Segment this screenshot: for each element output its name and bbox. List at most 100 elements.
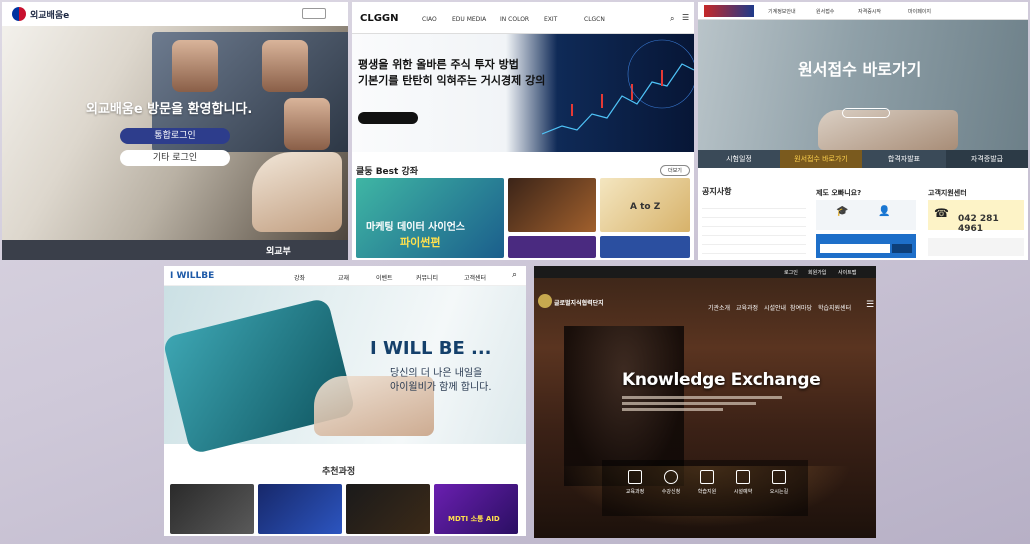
- qa-icons[interactable]: 🎓 👤: [816, 200, 916, 230]
- graduation-icon[interactable]: 🎓: [836, 206, 848, 217]
- hero-line1: 평생을 위한 올바른 주식 투자 방법: [358, 58, 519, 71]
- tab-schedule[interactable]: 시험일정: [698, 150, 780, 168]
- site-logo[interactable]: [704, 5, 754, 17]
- course-card[interactable]: [170, 484, 254, 534]
- qa-title: 제도 오빠니요?: [816, 189, 862, 197]
- contact-icons[interactable]: [928, 238, 1024, 256]
- signup-link[interactable]: 회원가입: [808, 269, 826, 276]
- nav-item[interactable]: 커뮤니티: [416, 273, 438, 282]
- quick-link-apply[interactable]: 수강신청: [656, 470, 686, 495]
- nav-item[interactable]: EXIT: [544, 16, 557, 23]
- nav-item[interactable]: 시설안내: [764, 303, 786, 312]
- top-utility-bar: 로그인 회원가입 사이트맵: [534, 266, 876, 278]
- course-card[interactable]: MDTI 소통 AID: [434, 484, 518, 534]
- participant-image: [172, 40, 218, 92]
- nav-item[interactable]: 기계정보안내: [768, 8, 796, 15]
- footer-bar: 외교부: [2, 240, 348, 260]
- search-icon[interactable]: ⌕: [512, 270, 517, 280]
- other-login-button[interactable]: 기타 로그인: [120, 150, 230, 166]
- more-button[interactable]: 더보기: [660, 165, 690, 176]
- site-logo[interactable]: CLGGN: [360, 13, 399, 24]
- hero-cta-button[interactable]: [842, 108, 890, 118]
- nav-item[interactable]: 학습지원센터: [818, 303, 851, 312]
- course-card[interactable]: [258, 484, 342, 534]
- hero-title: I WILL BE ...: [370, 338, 492, 359]
- site-logo[interactable]: 글로벌지식협력단지: [554, 298, 604, 307]
- hero-banner: [352, 34, 694, 152]
- government-emblem-icon: [12, 7, 26, 21]
- section-title: 추천과정: [322, 467, 356, 477]
- quick-link-support[interactable]: 학습지원: [692, 470, 722, 495]
- member-login-button[interactable]: 통합로그인: [120, 128, 230, 144]
- customer-card: ☎ 042 281 4961: [928, 200, 1024, 234]
- course-card[interactable]: [508, 178, 596, 232]
- nav-item[interactable]: 교육과정: [736, 303, 758, 312]
- menu-icon[interactable]: ☰: [682, 13, 689, 22]
- notice-list[interactable]: [702, 200, 806, 256]
- clipboard-icon: [700, 470, 714, 484]
- search-input[interactable]: [820, 244, 890, 253]
- hero-description: [622, 396, 790, 422]
- notice-title: 공지사항: [702, 187, 732, 196]
- course-icon: [628, 470, 642, 484]
- course-card[interactable]: 마케팅 데이터 사이언스 파이썬편: [356, 178, 504, 258]
- nav-item[interactable]: 자격증시작: [858, 8, 881, 15]
- tab-results[interactable]: 합격자발표: [862, 150, 946, 168]
- hero-sub1: 당신의 더 나은 내일을: [390, 368, 483, 379]
- site-logo[interactable]: 외교배움e: [30, 8, 69, 21]
- header-bar: 기계정보안내 원서접수 자격증시작 마이페이지: [698, 2, 1028, 20]
- hero-banner: [698, 20, 1028, 168]
- nav-item[interactable]: 이벤트: [376, 273, 393, 282]
- nav-item[interactable]: IN COLOR: [500, 16, 529, 23]
- screenshot-iwillbe: I WILLBE 강좌 교재 이벤트 커뮤니티 고객센터 ⌕ I WILL BE…: [164, 266, 526, 536]
- quick-link-facility[interactable]: 시설예약: [728, 470, 758, 495]
- nav-item[interactable]: 참여마당: [790, 303, 812, 312]
- nav-item[interactable]: 마이페이지: [908, 8, 931, 15]
- screenshot-knowledge-exchange: 로그인 회원가입 사이트맵 글로벌지식협력단지 기관소개 교육과정 시설안내 참…: [534, 266, 876, 538]
- header-bar: CLGGN CIAO EDU MEDIA IN COLOR EXIT CLGCN…: [352, 2, 694, 34]
- nav-item[interactable]: 교재: [338, 273, 349, 282]
- tab-apply[interactable]: 원서접수 바로가기: [780, 150, 862, 168]
- login-link[interactable]: 로그인: [784, 269, 798, 276]
- course-card[interactable]: [346, 484, 430, 534]
- menu-button[interactable]: [302, 8, 326, 19]
- course-title: A to Z: [630, 202, 661, 212]
- map-icon: [772, 470, 786, 484]
- customer-title: 고객지원센터: [928, 189, 967, 197]
- hand-image: [252, 152, 342, 232]
- hero-sub2: 아이윌비가 함께 합니다.: [390, 382, 492, 393]
- sitemap-link[interactable]: 사이트맵: [838, 269, 856, 276]
- screenshot-clgcn-portal: CLGGN CIAO EDU MEDIA IN COLOR EXIT CLGCN…: [352, 2, 694, 260]
- person-icon[interactable]: 👤: [878, 206, 890, 217]
- stock-chart-graphic: [542, 39, 694, 135]
- nav-item[interactable]: 원서접수: [816, 8, 834, 15]
- nav-item[interactable]: CIAO: [422, 16, 437, 23]
- nav-item[interactable]: 고객센터: [464, 273, 486, 282]
- hero-cta-button[interactable]: [358, 112, 418, 124]
- hero-text: 외교배움e 방문을 환영합니다.: [86, 102, 253, 117]
- nav-item[interactable]: EDU MEDIA: [452, 16, 486, 23]
- course-card[interactable]: [508, 236, 596, 258]
- screenshot-exam-portal: 기계정보안내 원서접수 자격증시작 마이페이지 원서접수 바로가기 시험일정 원…: [698, 2, 1028, 260]
- tab-certificate[interactable]: 자격증발급: [946, 150, 1028, 168]
- header-bar: 외교배움e: [2, 2, 348, 26]
- menu-icon[interactable]: ☰: [866, 300, 874, 310]
- search-box[interactable]: [816, 234, 916, 258]
- search-icon[interactable]: ⌕: [670, 14, 674, 24]
- hero-title: Knowledge Exchange: [622, 370, 821, 390]
- document-icon: [736, 470, 750, 484]
- course-card[interactable]: [600, 236, 690, 258]
- quick-link-location[interactable]: 오시는길: [764, 470, 794, 495]
- participant-image: [284, 98, 330, 150]
- search-button[interactable]: [892, 244, 912, 253]
- site-logo[interactable]: I WILLBE: [170, 271, 214, 281]
- quick-link-courses[interactable]: 교육과정: [620, 470, 650, 495]
- nav-item[interactable]: 기관소개: [708, 303, 730, 312]
- course-title: MDTI 소통 AID: [448, 515, 500, 523]
- course-card[interactable]: A to Z: [600, 178, 690, 232]
- nav-item[interactable]: CLGCN: [584, 16, 605, 23]
- course-subtitle: 파이썬편: [400, 236, 441, 249]
- course-title: 마케팅 데이터 사이언스: [366, 222, 465, 233]
- nav-item[interactable]: 강좌: [294, 273, 305, 282]
- hero-line2: 기본기를 탄탄히 익혀주는 거시경제 강의: [358, 74, 546, 87]
